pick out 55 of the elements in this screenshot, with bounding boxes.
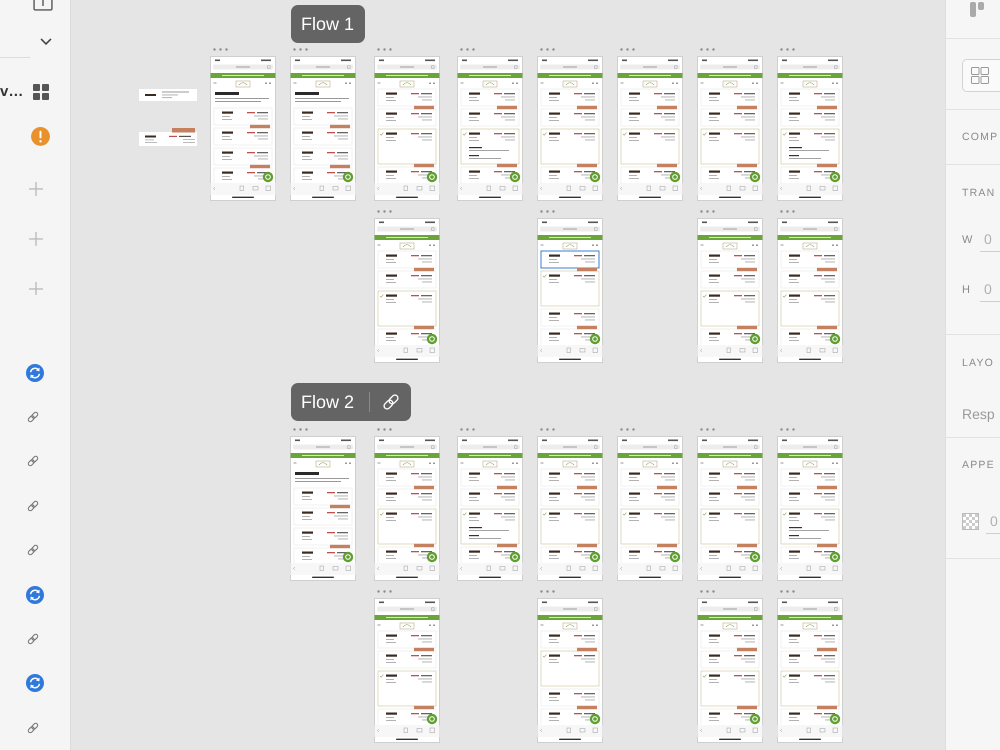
opacity-field[interactable]: 0 [986, 510, 1000, 534]
more-icon [377, 428, 392, 431]
layout-option[interactable]: Resp [962, 406, 1000, 422]
component-thumbnail [139, 89, 197, 101]
more-icon [620, 428, 635, 431]
sync-icon[interactable] [26, 674, 44, 692]
more-icon [293, 428, 308, 431]
more-icon [700, 590, 715, 593]
component-thumbnail [139, 128, 197, 146]
grid-icon[interactable] [33, 84, 49, 100]
more-icon [460, 428, 475, 431]
more-icon [780, 48, 795, 51]
more-icon [460, 48, 475, 51]
more-icon [540, 48, 555, 51]
link-icon[interactable] [27, 411, 39, 424]
more-icon [540, 428, 555, 431]
more-icon [620, 48, 635, 51]
grid-button[interactable] [962, 59, 1000, 92]
field-label: W [962, 234, 974, 246]
more-icon [377, 210, 392, 213]
more-icon [540, 590, 555, 593]
link-icon[interactable] [27, 500, 39, 512]
checkerboard-icon[interactable] [962, 513, 979, 530]
more-icon [780, 210, 795, 213]
link-icon[interactable] [382, 393, 400, 411]
more-icon [700, 48, 715, 51]
section-heading: LAYO [962, 357, 996, 369]
more-icon [540, 210, 555, 213]
link-icon[interactable] [27, 722, 39, 734]
section-heading: TRAN [962, 187, 996, 199]
more-icon [293, 48, 308, 51]
link-icon[interactable] [27, 455, 39, 468]
more-icon [780, 590, 795, 593]
section-heading: APPE [962, 459, 996, 471]
height-field[interactable]: 0 [980, 278, 1000, 302]
bars-icon[interactable] [970, 2, 984, 17]
more-icon [213, 48, 228, 51]
more-icon [377, 590, 392, 593]
link-icon[interactable] [27, 544, 39, 556]
field-label: H [962, 284, 971, 296]
width-field[interactable]: 0 [980, 228, 1000, 252]
more-icon [700, 428, 715, 431]
more-icon [377, 48, 392, 51]
flow-name: Flow 2 [301, 391, 354, 413]
section-heading: COMP [962, 131, 1000, 143]
more-icon [780, 428, 795, 431]
warning-icon[interactable] [31, 126, 50, 146]
sync-icon[interactable] [26, 364, 44, 382]
chevron-down-icon[interactable] [40, 38, 52, 45]
sync-icon[interactable] [26, 586, 44, 604]
flow-name: Flow 1 [301, 13, 354, 35]
grid-icon [971, 67, 989, 84]
more-icon [700, 210, 715, 213]
panel-label: v… [0, 82, 24, 102]
link-icon[interactable] [27, 633, 39, 645]
